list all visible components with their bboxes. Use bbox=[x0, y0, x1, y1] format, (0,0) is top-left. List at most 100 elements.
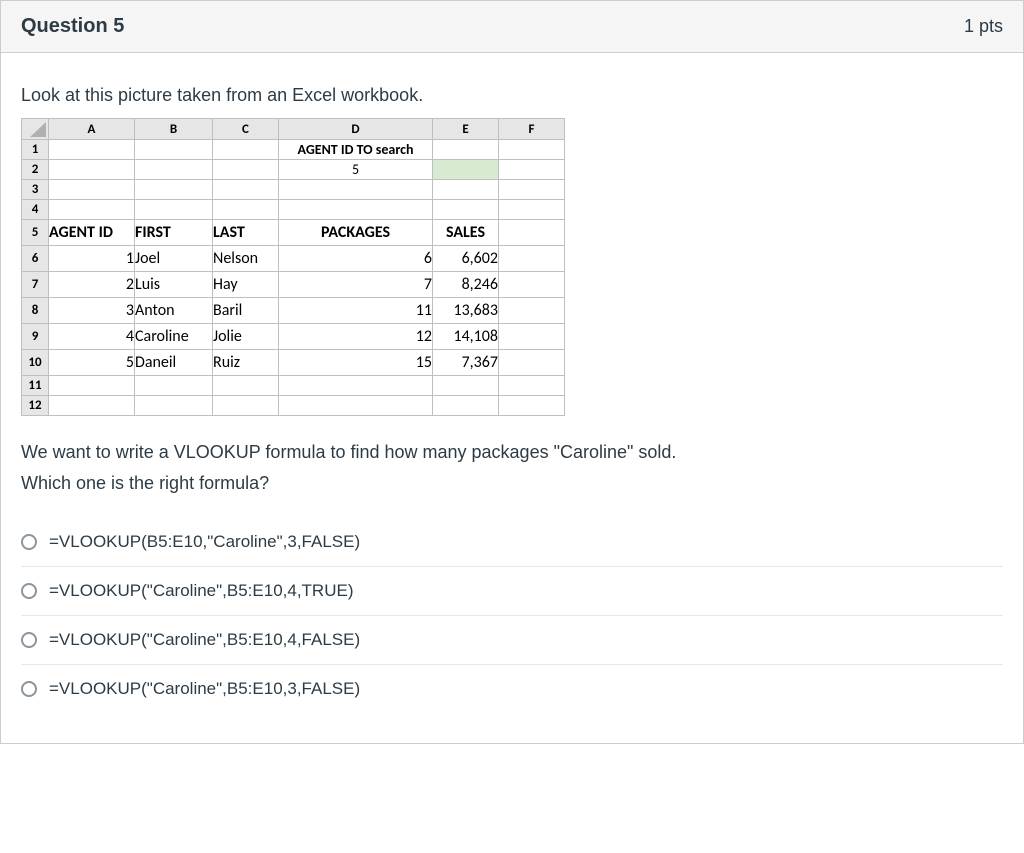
cell-F8 bbox=[499, 298, 565, 324]
cell-A8: 3 bbox=[49, 298, 135, 324]
cell-B5: FIRST bbox=[135, 220, 213, 246]
cell-B1 bbox=[135, 140, 213, 160]
radio-icon[interactable] bbox=[21, 632, 37, 648]
cell-B2 bbox=[135, 160, 213, 180]
cell-F3 bbox=[499, 180, 565, 200]
cell-D3 bbox=[279, 180, 433, 200]
cell-C4 bbox=[213, 200, 279, 220]
cell-C7: Hay bbox=[213, 272, 279, 298]
cell-D6: 6 bbox=[279, 246, 433, 272]
cell-A6: 1 bbox=[49, 246, 135, 272]
cell-F9 bbox=[499, 324, 565, 350]
cell-E9: 14,108 bbox=[433, 324, 499, 350]
cell-D4 bbox=[279, 200, 433, 220]
question-points: 1 pts bbox=[964, 16, 1003, 37]
cell-A2 bbox=[49, 160, 135, 180]
cell-B12 bbox=[135, 396, 213, 416]
prompt-question: Which one is the right formula? bbox=[21, 473, 1003, 494]
cell-E1 bbox=[433, 140, 499, 160]
cell-F5 bbox=[499, 220, 565, 246]
cell-E6: 6,602 bbox=[433, 246, 499, 272]
cell-D2: 5 bbox=[279, 160, 433, 180]
excel-screenshot: A B C D E F 1 AGENT ID TO search bbox=[21, 118, 1003, 416]
radio-icon[interactable] bbox=[21, 681, 37, 697]
cell-C6: Nelson bbox=[213, 246, 279, 272]
row-header-4: 4 bbox=[22, 200, 49, 220]
cell-F12 bbox=[499, 396, 565, 416]
question-title: Question 5 bbox=[21, 15, 124, 38]
cell-B8: Anton bbox=[135, 298, 213, 324]
cell-D7: 7 bbox=[279, 272, 433, 298]
cell-C11 bbox=[213, 376, 279, 396]
cell-B4 bbox=[135, 200, 213, 220]
answer-text: =VLOOKUP("Caroline",B5:E10,3,FALSE) bbox=[49, 679, 360, 699]
cell-E2-highlight bbox=[433, 160, 499, 180]
cell-C10: Ruiz bbox=[213, 350, 279, 376]
excel-grid: A B C D E F 1 AGENT ID TO search bbox=[21, 118, 565, 416]
cell-E7: 8,246 bbox=[433, 272, 499, 298]
cell-A4 bbox=[49, 200, 135, 220]
radio-icon[interactable] bbox=[21, 583, 37, 599]
answer-option-2[interactable]: =VLOOKUP("Caroline",B5:E10,4,TRUE) bbox=[21, 567, 1003, 616]
cell-A9: 4 bbox=[49, 324, 135, 350]
cell-B11 bbox=[135, 376, 213, 396]
col-header-E: E bbox=[433, 119, 499, 140]
row-header-10: 10 bbox=[22, 350, 49, 376]
select-all-corner bbox=[22, 119, 49, 140]
row-header-3: 3 bbox=[22, 180, 49, 200]
cell-E8: 13,683 bbox=[433, 298, 499, 324]
cell-D12 bbox=[279, 396, 433, 416]
answer-list: =VLOOKUP(B5:E10,"Caroline",3,FALSE) =VLO… bbox=[21, 518, 1003, 713]
question-header: Question 5 1 pts bbox=[1, 1, 1023, 53]
cell-A1 bbox=[49, 140, 135, 160]
row-header-6: 6 bbox=[22, 246, 49, 272]
answer-option-3[interactable]: =VLOOKUP("Caroline",B5:E10,4,FALSE) bbox=[21, 616, 1003, 665]
cell-F11 bbox=[499, 376, 565, 396]
cell-D8: 11 bbox=[279, 298, 433, 324]
col-header-D: D bbox=[279, 119, 433, 140]
col-header-A: A bbox=[49, 119, 135, 140]
answer-text: =VLOOKUP("Caroline",B5:E10,4,TRUE) bbox=[49, 581, 354, 601]
cell-F2 bbox=[499, 160, 565, 180]
cell-C8: Baril bbox=[213, 298, 279, 324]
row-header-12: 12 bbox=[22, 396, 49, 416]
cell-B10: Daneil bbox=[135, 350, 213, 376]
col-header-C: C bbox=[213, 119, 279, 140]
cell-A7: 2 bbox=[49, 272, 135, 298]
row-header-2: 2 bbox=[22, 160, 49, 180]
cell-E12 bbox=[433, 396, 499, 416]
cell-F7 bbox=[499, 272, 565, 298]
row-header-5: 5 bbox=[22, 220, 49, 246]
question-card: Question 5 1 pts Look at this picture ta… bbox=[0, 0, 1024, 744]
question-body: Look at this picture taken from an Excel… bbox=[1, 53, 1023, 743]
cell-F10 bbox=[499, 350, 565, 376]
answer-option-4[interactable]: =VLOOKUP("Caroline",B5:E10,3,FALSE) bbox=[21, 665, 1003, 713]
cell-F6 bbox=[499, 246, 565, 272]
col-header-B: B bbox=[135, 119, 213, 140]
cell-D11 bbox=[279, 376, 433, 396]
cell-B3 bbox=[135, 180, 213, 200]
cell-C2 bbox=[213, 160, 279, 180]
cell-B6: Joel bbox=[135, 246, 213, 272]
cell-C5: LAST bbox=[213, 220, 279, 246]
cell-B9: Caroline bbox=[135, 324, 213, 350]
cell-A11 bbox=[49, 376, 135, 396]
cell-F1 bbox=[499, 140, 565, 160]
row-header-11: 11 bbox=[22, 376, 49, 396]
cell-A3 bbox=[49, 180, 135, 200]
col-header-F: F bbox=[499, 119, 565, 140]
answer-text: =VLOOKUP(B5:E10,"Caroline",3,FALSE) bbox=[49, 532, 360, 552]
cell-E10: 7,367 bbox=[433, 350, 499, 376]
cell-D10: 15 bbox=[279, 350, 433, 376]
cell-D9: 12 bbox=[279, 324, 433, 350]
cell-C12 bbox=[213, 396, 279, 416]
prompt-context: We want to write a VLOOKUP formula to fi… bbox=[21, 442, 1003, 463]
answer-option-1[interactable]: =VLOOKUP(B5:E10,"Caroline",3,FALSE) bbox=[21, 518, 1003, 567]
cell-E5: SALES bbox=[433, 220, 499, 246]
row-header-7: 7 bbox=[22, 272, 49, 298]
radio-icon[interactable] bbox=[21, 534, 37, 550]
cell-C9: Jolie bbox=[213, 324, 279, 350]
cell-A12 bbox=[49, 396, 135, 416]
prompt-intro: Look at this picture taken from an Excel… bbox=[21, 85, 1003, 106]
answer-text: =VLOOKUP("Caroline",B5:E10,4,FALSE) bbox=[49, 630, 360, 650]
